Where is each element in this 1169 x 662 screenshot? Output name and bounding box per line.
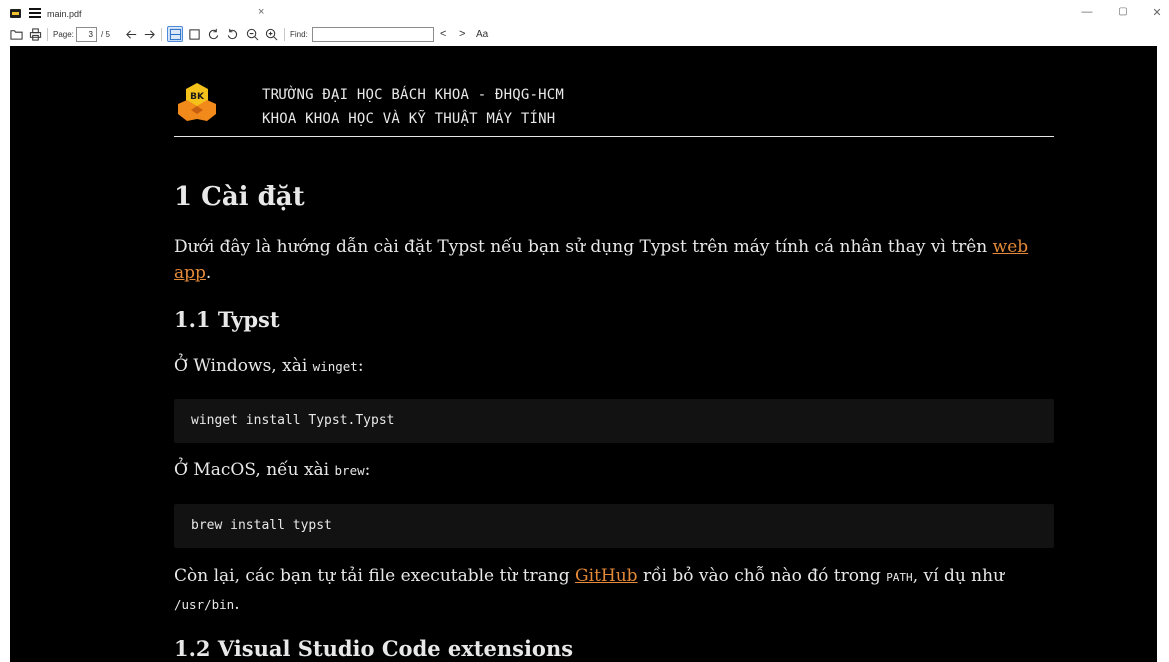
page-label: Page: — [53, 30, 74, 39]
print-icon[interactable] — [27, 26, 43, 42]
logo-text: BK — [190, 92, 205, 102]
windows-paragraph: Ở Windows, xài winget: — [174, 353, 1064, 380]
zoom-in-icon[interactable] — [263, 26, 279, 42]
code-block-winget: winget install Typst.Typst — [174, 399, 1054, 443]
header-university-name: TRƯỜNG ĐẠI HỌC BÁCH KHOA - ĐHQG-HCM — [262, 87, 565, 103]
rest-text: , ví dụ như — [912, 566, 1005, 586]
university-logo-icon: BK — [178, 83, 216, 121]
tab-close-button[interactable]: × — [258, 6, 264, 18]
toolbar-separator — [284, 28, 285, 41]
inline-code: /usr/bin — [174, 597, 235, 612]
macos-text: Ở MacOS, nếu xài — [174, 460, 335, 480]
find-label: Find: — [290, 30, 308, 39]
inline-code: brew — [334, 463, 365, 478]
previous-match-button[interactable]: < — [440, 28, 446, 40]
toolbar-separator — [47, 28, 48, 41]
continuous-scroll-icon[interactable] — [167, 26, 183, 42]
restore-button[interactable]: ▢ — [1115, 6, 1131, 17]
intro-end: . — [205, 263, 212, 283]
next-match-button[interactable]: > — [459, 28, 465, 40]
rest-end: . — [234, 594, 240, 614]
match-case-button[interactable]: Aa — [476, 29, 488, 40]
inline-code: PATH — [886, 571, 913, 584]
header-faculty-name: KHOA KHOA HỌC VÀ KỸ THUẬT MÁY TÍNH — [262, 111, 556, 127]
code-block-brew: brew install typst — [174, 504, 1054, 548]
app-logo-icon — [10, 9, 21, 18]
open-folder-icon[interactable] — [8, 26, 24, 42]
other-platforms-paragraph: Còn lại, các bạn tự tải file executable … — [174, 563, 1064, 618]
previous-page-icon[interactable] — [123, 26, 139, 42]
menu-icon[interactable] — [29, 8, 41, 18]
rest-text: rồi bỏ vào chỗ nào đó trong — [637, 566, 887, 586]
title-bar: main.pdf × — ▢ ✕ — [0, 0, 1169, 24]
code-line: brew install typst — [191, 518, 332, 533]
intro-text: Dưới đây là hướng dẫn cài đặt Typst nếu … — [174, 237, 993, 257]
toolbar-separator — [161, 28, 162, 41]
windows-end: : — [357, 356, 364, 376]
single-page-icon[interactable] — [186, 26, 202, 42]
tab-title[interactable]: main.pdf — [47, 9, 82, 19]
page-total: / 5 — [101, 30, 110, 39]
macos-end: : — [364, 460, 371, 480]
rest-text: Còn lại, các bạn tự tải file executable … — [174, 566, 576, 586]
windows-text: Ở Windows, xài — [174, 356, 313, 376]
intro-paragraph: Dưới đây là hướng dẫn cài đặt Typst nếu … — [174, 234, 1064, 286]
toolbar: Page: / 5 Find: < > Aa — [0, 24, 1169, 46]
macos-paragraph: Ở MacOS, nếu xài brew: — [174, 457, 1064, 484]
document-viewer[interactable]: BK TRƯỜNG ĐẠI HỌC BÁCH KHOA - ĐHQG-HCM K… — [0, 46, 1169, 662]
code-line: winget install Typst.Typst — [191, 413, 395, 428]
rotate-right-icon[interactable] — [224, 26, 240, 42]
subsection-heading-typst: 1.1 Typst — [174, 307, 280, 332]
rotate-left-icon[interactable] — [205, 26, 221, 42]
zoom-out-icon[interactable] — [244, 26, 260, 42]
section-heading: 1 Cài đặt — [174, 182, 305, 212]
subsection-heading-vscode: 1.2 Visual Studio Code extensions — [174, 636, 574, 661]
next-page-icon[interactable] — [141, 26, 157, 42]
inline-code: winget — [312, 359, 358, 374]
pdf-page: BK TRƯỜNG ĐẠI HỌC BÁCH KHOA - ĐHQG-HCM K… — [10, 46, 1157, 662]
github-link[interactable]: GitHub — [575, 566, 638, 586]
find-input[interactable] — [312, 27, 434, 42]
document-header: BK TRƯỜNG ĐẠI HỌC BÁCH KHOA - ĐHQG-HCM K… — [174, 80, 1054, 137]
page-number-input[interactable] — [76, 27, 97, 42]
minimize-button[interactable]: — — [1079, 6, 1095, 18]
close-window-button[interactable]: ✕ — [1149, 6, 1165, 19]
